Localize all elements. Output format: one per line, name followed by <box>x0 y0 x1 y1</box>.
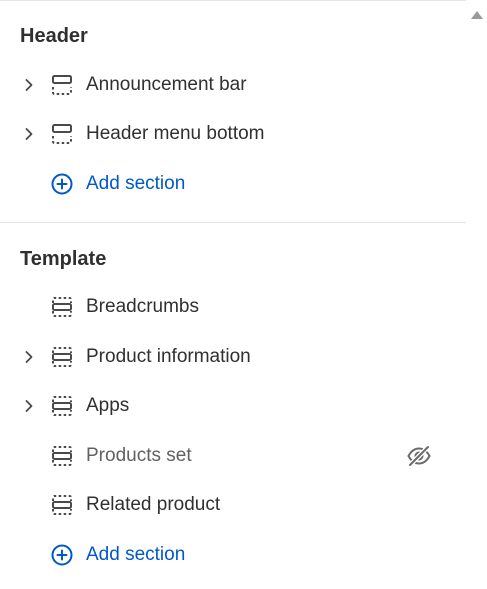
template-section-icon <box>52 396 72 416</box>
section-label: Product information <box>86 346 251 367</box>
plus-circle-icon <box>51 544 73 566</box>
template-section-icon <box>52 347 72 367</box>
section-row-breadcrumbs[interactable]: Breadcrumbs <box>0 287 466 327</box>
add-section-label: Add section <box>86 544 186 565</box>
section-row-products-set[interactable]: Products set <box>0 436 466 476</box>
plus-circle-icon <box>51 173 73 195</box>
section-label: Breadcrumbs <box>86 296 199 317</box>
template-section-icon <box>52 297 72 317</box>
section-row-product-information[interactable]: Product information <box>0 337 466 377</box>
group-divider <box>0 222 466 223</box>
add-section-button-template[interactable]: Add section <box>0 535 466 575</box>
add-section-button-header[interactable]: Add section <box>0 164 466 204</box>
chevron-right-icon[interactable] <box>22 127 36 141</box>
section-label: Apps <box>86 395 130 416</box>
header-section-icon <box>52 75 72 95</box>
section-label: Announcement bar <box>86 74 247 95</box>
scroll-up-arrow-icon[interactable] <box>471 11 483 19</box>
section-label: Products set <box>86 445 192 466</box>
scrollbar[interactable] <box>466 0 487 589</box>
section-row-related-product[interactable]: Related product <box>0 485 466 525</box>
top-divider <box>0 0 466 1</box>
section-row-header-menu-bottom[interactable]: Header menu bottom <box>0 114 466 154</box>
section-label: Related product <box>86 494 221 515</box>
chevron-right-icon[interactable] <box>22 350 36 364</box>
chevron-right-icon[interactable] <box>22 78 36 92</box>
chevron-right-icon[interactable] <box>22 399 36 413</box>
template-section-icon <box>52 446 72 466</box>
section-row-announcement-bar[interactable]: Announcement bar <box>0 65 466 105</box>
section-label: Header menu bottom <box>86 123 265 144</box>
header-section-icon <box>52 124 72 144</box>
group-title-header: Header <box>20 25 88 47</box>
add-section-label: Add section <box>86 173 186 194</box>
group-title-template: Template <box>20 248 107 270</box>
eye-off-icon[interactable] <box>406 443 432 469</box>
section-row-apps[interactable]: Apps <box>0 386 466 426</box>
template-section-icon <box>52 495 72 515</box>
